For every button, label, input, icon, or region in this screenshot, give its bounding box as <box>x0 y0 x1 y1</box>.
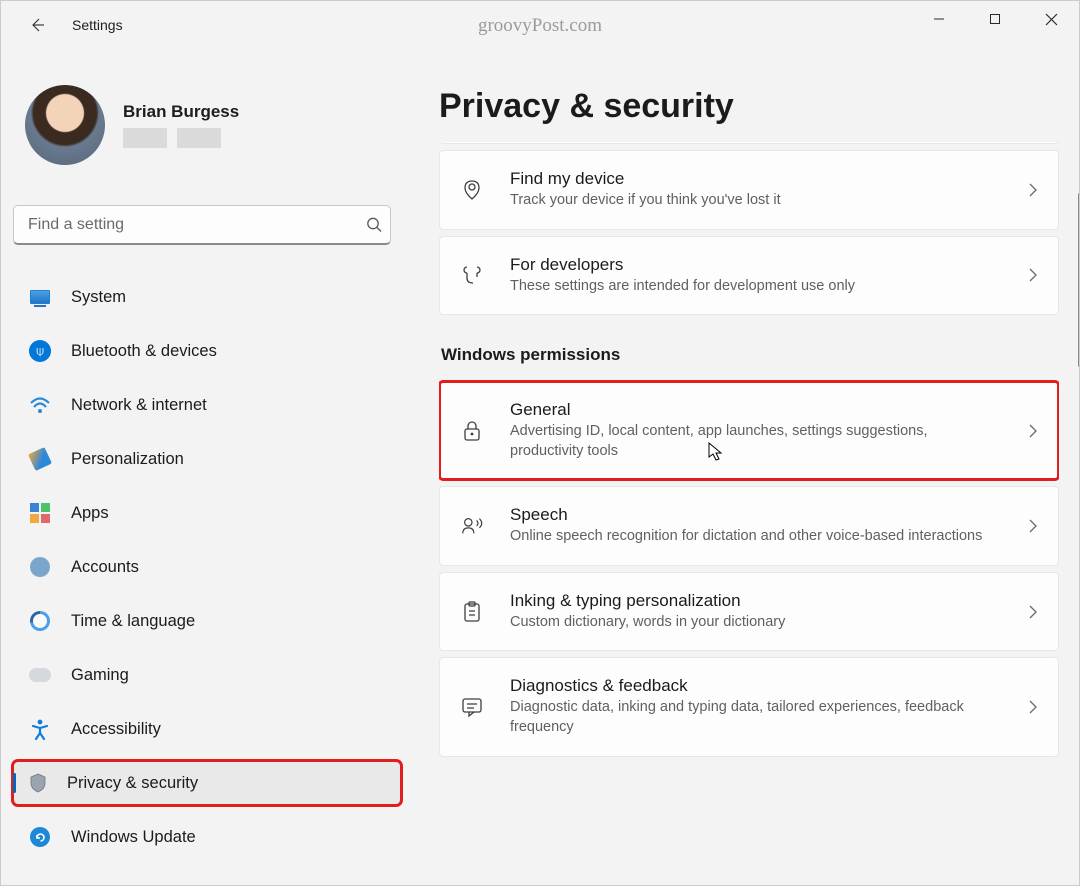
brush-icon <box>29 448 51 470</box>
nav-label: Accounts <box>71 558 139 577</box>
apps-icon <box>29 502 51 524</box>
chevron-right-icon <box>1028 183 1038 197</box>
card-title: Speech <box>510 505 1002 525</box>
card-diagnostics-feedback[interactable]: Diagnostics & feedback Diagnostic data, … <box>439 657 1059 756</box>
wifi-icon <box>29 394 51 416</box>
nav-gaming[interactable]: Gaming <box>13 653 401 697</box>
bluetooth-icon: ⍦ <box>29 340 51 362</box>
titlebar: Settings groovyPost.com <box>1 1 1079 49</box>
search-input[interactable] <box>13 205 391 245</box>
profile-badge <box>123 128 167 148</box>
speech-icon <box>460 514 484 538</box>
card-subtitle: Online speech recognition for dictation … <box>510 527 1002 547</box>
nav-privacy-security[interactable]: Privacy & security <box>13 761 401 805</box>
scrollbar-thumb[interactable] <box>1078 193 1079 367</box>
update-icon <box>29 826 51 848</box>
card-subtitle: Advertising ID, local content, app launc… <box>510 422 1002 461</box>
card-title: Inking & typing personalization <box>510 591 1002 611</box>
search-icon <box>366 217 383 234</box>
card-inking-typing[interactable]: Inking & typing personalization Custom d… <box>439 572 1059 652</box>
card-subtitle: Diagnostic data, inking and typing data,… <box>510 698 1002 737</box>
nav-label: Network & internet <box>71 396 207 415</box>
nav-label: System <box>71 288 126 307</box>
sidebar: Brian Burgess System ⍦ Blue <box>1 49 413 885</box>
scroll-area[interactable]: Antivirus, browser, firewall, and networ… <box>439 142 1059 872</box>
maximize-button[interactable] <box>967 1 1023 37</box>
gaming-icon <box>29 664 51 686</box>
chevron-right-icon <box>1028 268 1038 282</box>
nav-system[interactable]: System <box>13 275 401 319</box>
profile-section[interactable]: Brian Burgess <box>13 65 401 181</box>
chevron-right-icon <box>1028 700 1038 714</box>
watermark-text: groovyPost.com <box>478 15 602 37</box>
card-speech[interactable]: Speech Online speech recognition for dic… <box>439 486 1059 566</box>
shield-icon <box>29 773 47 793</box>
nav-label: Accessibility <box>71 720 161 739</box>
close-icon <box>1045 13 1058 26</box>
card-subtitle: These settings are intended for developm… <box>510 277 1002 297</box>
card-title: Diagnostics & feedback <box>510 676 1002 696</box>
nav-label: Time & language <box>71 612 195 631</box>
minimize-button[interactable] <box>911 1 967 37</box>
window-controls <box>911 1 1079 37</box>
profile-badges <box>123 128 239 148</box>
nav-label: Windows Update <box>71 828 196 847</box>
profile-name: Brian Burgess <box>123 102 239 122</box>
card-title: For developers <box>510 255 1002 275</box>
nav-label: Bluetooth & devices <box>71 342 217 361</box>
window-title: Settings <box>72 17 123 33</box>
lock-icon <box>460 419 484 443</box>
system-icon <box>29 286 51 308</box>
close-button[interactable] <box>1023 1 1079 37</box>
nav-personalization[interactable]: Personalization <box>13 437 401 481</box>
nav-network[interactable]: Network & internet <box>13 383 401 427</box>
avatar <box>25 85 105 165</box>
nav-accounts[interactable]: Accounts <box>13 545 401 589</box>
back-arrow-icon <box>28 16 46 34</box>
card-title: Find my device <box>510 169 1002 189</box>
clipboard-icon <box>460 600 484 624</box>
developers-icon <box>460 263 484 287</box>
nav-label: Privacy & security <box>67 774 198 793</box>
location-icon <box>460 178 484 202</box>
search-wrap <box>13 205 401 245</box>
accessibility-icon <box>29 718 51 740</box>
card-subtitle: Track your device if you think you've lo… <box>510 191 1002 211</box>
back-button[interactable] <box>20 8 54 42</box>
nav-accessibility[interactable]: Accessibility <box>13 707 401 751</box>
card-title: General <box>510 400 1002 420</box>
nav-windows-update[interactable]: Windows Update <box>13 815 401 859</box>
clock-icon <box>29 610 51 632</box>
accounts-icon <box>29 556 51 578</box>
feedback-icon <box>460 696 484 718</box>
nav-label: Apps <box>71 504 109 523</box>
settings-window: Settings groovyPost.com Brian Burgess <box>0 0 1080 886</box>
profile-badge <box>177 128 221 148</box>
chevron-right-icon <box>1028 519 1038 533</box>
card-windows-security[interactable]: Antivirus, browser, firewall, and networ… <box>439 142 1059 144</box>
chevron-right-icon <box>1028 605 1038 619</box>
nav-label: Personalization <box>71 450 184 469</box>
nav-time-language[interactable]: Time & language <box>13 599 401 643</box>
card-subtitle: Custom dictionary, words in your diction… <box>510 613 1002 633</box>
card-find-my-device[interactable]: Find my device Track your device if you … <box>439 150 1059 230</box>
main-content: Privacy & security Antivirus, browser, f… <box>413 49 1079 885</box>
minimize-icon <box>933 13 945 25</box>
page-title: Privacy & security <box>439 87 1059 126</box>
maximize-icon <box>989 13 1001 25</box>
nav-apps[interactable]: Apps <box>13 491 401 535</box>
chevron-right-icon <box>1028 424 1038 438</box>
nav-label: Gaming <box>71 666 129 685</box>
section-windows-permissions: Windows permissions <box>441 345 1059 365</box>
nav-list: System ⍦ Bluetooth & devices Network & i… <box>13 275 401 859</box>
card-for-developers[interactable]: For developers These settings are intend… <box>439 236 1059 316</box>
nav-bluetooth[interactable]: ⍦ Bluetooth & devices <box>13 329 401 373</box>
card-general[interactable]: General Advertising ID, local content, a… <box>439 381 1059 480</box>
